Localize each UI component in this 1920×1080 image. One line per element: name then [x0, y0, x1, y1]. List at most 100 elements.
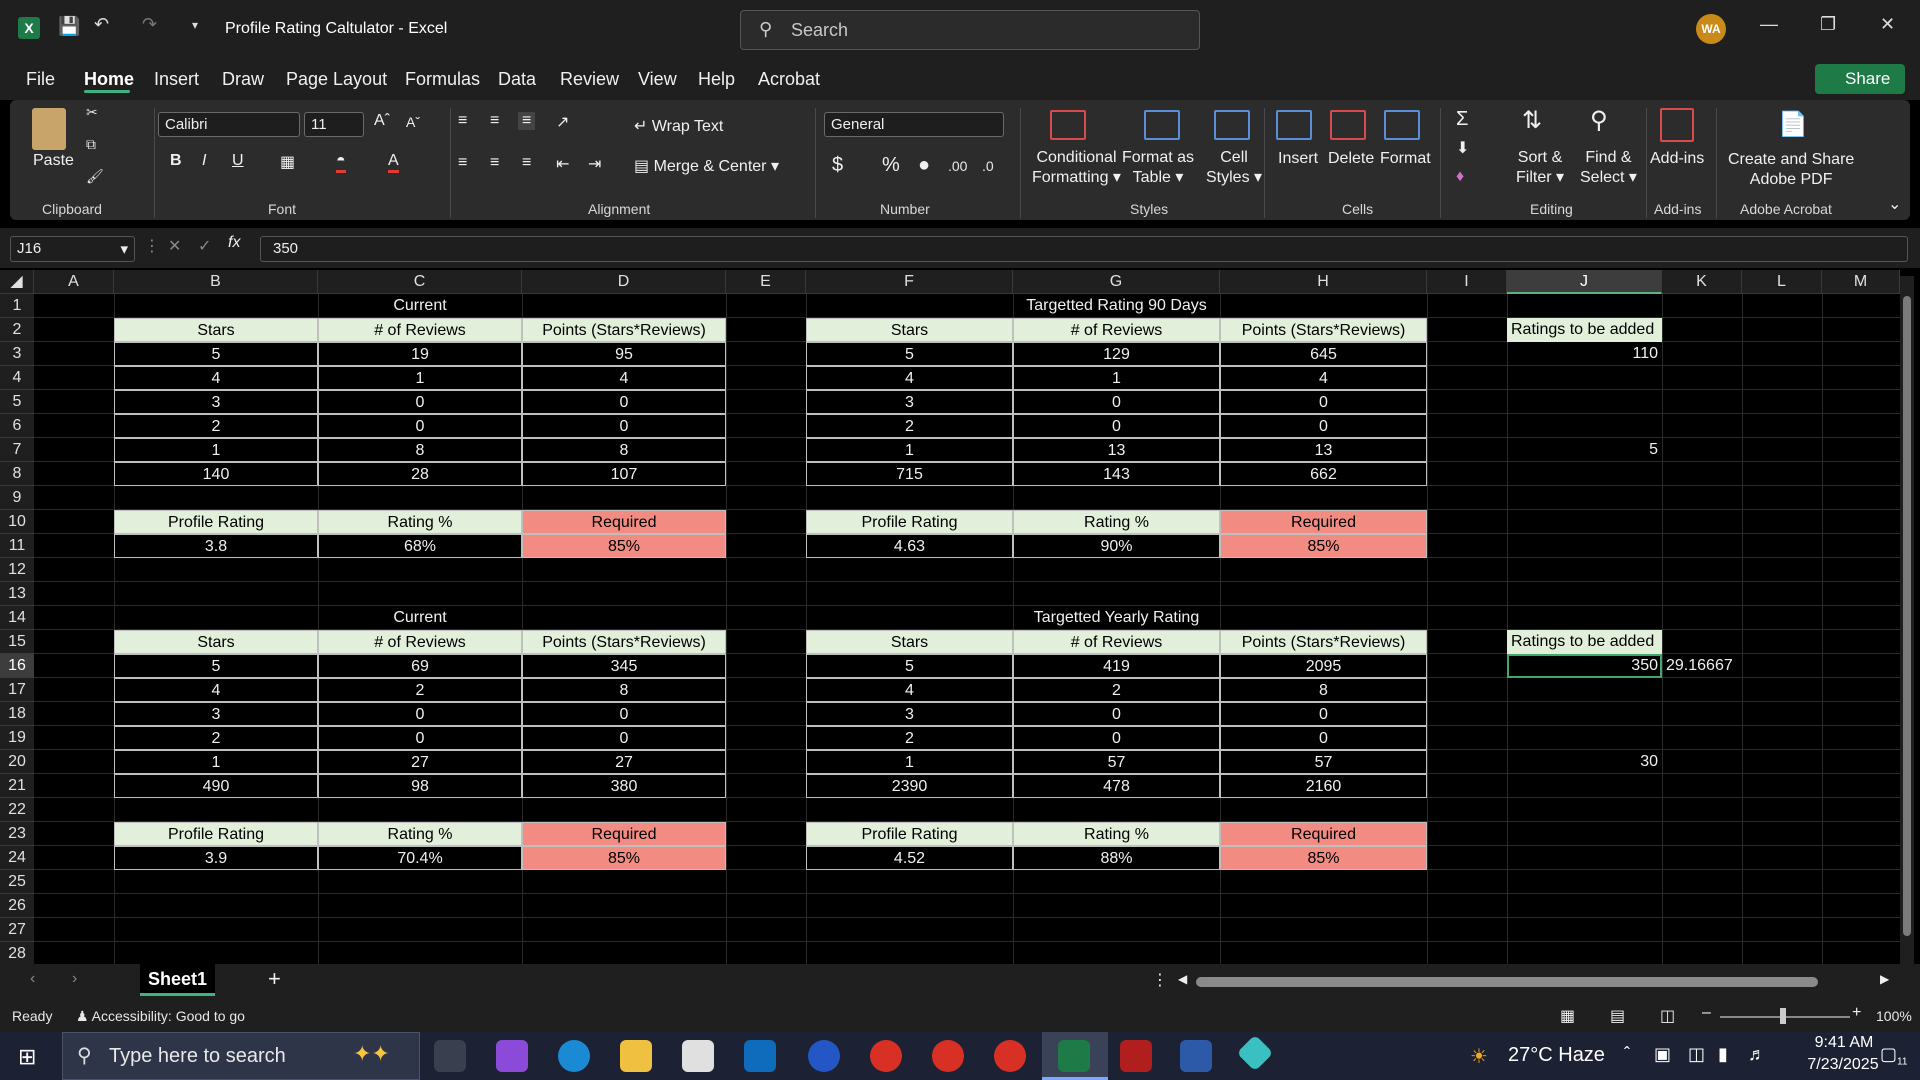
- row-header-24[interactable]: 24: [0, 846, 34, 870]
- file-explorer-icon[interactable]: [620, 1040, 652, 1072]
- table-cell-t2[interactable]: 662: [1220, 462, 1427, 486]
- weather-icon[interactable]: ☀: [1470, 1044, 1488, 1069]
- bold-button[interactable]: B: [170, 152, 182, 170]
- col-header-e[interactable]: E: [726, 270, 806, 294]
- row-header-11[interactable]: 11: [0, 534, 34, 558]
- table-header-t1-0[interactable]: Stars: [114, 318, 318, 342]
- menu-home[interactable]: Home: [84, 69, 134, 90]
- format-as-table-icon[interactable]: [1144, 110, 1180, 140]
- table-cell-t4[interactable]: 2: [806, 726, 1013, 750]
- table-header-t1-1[interactable]: # of Reviews: [318, 318, 522, 342]
- sheet-tab-sheet1[interactable]: Sheet1: [140, 964, 215, 996]
- table-cell-t2[interactable]: 13: [1220, 438, 1427, 462]
- row-header-2[interactable]: 2: [0, 318, 34, 342]
- table-header-t1-2[interactable]: Points (Stars*Reviews): [522, 318, 726, 342]
- summary-header-t3-2[interactable]: Required: [522, 822, 726, 846]
- table-header-t3-0[interactable]: Stars: [114, 630, 318, 654]
- table-cell-t2[interactable]: 1: [806, 438, 1013, 462]
- table-cell-t4[interactable]: 3: [806, 702, 1013, 726]
- summary-value-t2-1[interactable]: 90%: [1013, 534, 1220, 558]
- prev-sheet-icon[interactable]: ‹: [30, 970, 35, 988]
- table-cell-t4[interactable]: 8: [1220, 678, 1427, 702]
- task-view-icon[interactable]: [434, 1040, 466, 1072]
- windows-start-icon[interactable]: ⊞: [18, 1044, 36, 1070]
- table-header-t4-0[interactable]: Stars: [806, 630, 1013, 654]
- font-color-icon[interactable]: A: [388, 152, 399, 173]
- number-format-select[interactable]: General: [824, 112, 1004, 137]
- summary-value-t4-0[interactable]: 4.52: [806, 846, 1013, 870]
- table-cell-t2[interactable]: 0: [1220, 390, 1427, 414]
- copy-icon[interactable]: ⧉: [86, 136, 96, 153]
- row-header-19[interactable]: 19: [0, 726, 34, 750]
- summary-header-t4-0[interactable]: Profile Rating: [806, 822, 1013, 846]
- summary-header-t1-1[interactable]: Rating %: [318, 510, 522, 534]
- table-cell-t4[interactable]: 0: [1013, 702, 1220, 726]
- summary-header-t3-1[interactable]: Rating %: [318, 822, 522, 846]
- col-header-a[interactable]: A: [34, 270, 114, 294]
- orientation-icon[interactable]: ↗: [556, 112, 569, 132]
- table-header-t4-1[interactable]: # of Reviews: [1013, 630, 1220, 654]
- table-cell-t3[interactable]: 380: [522, 774, 726, 798]
- row-header-28[interactable]: 28: [0, 942, 34, 966]
- add-sheet-icon[interactable]: +: [268, 966, 281, 992]
- row-header-21[interactable]: 21: [0, 774, 34, 798]
- cell-k16[interactable]: 29.16667: [1662, 654, 1742, 678]
- table-cell-t4[interactable]: 2: [1013, 678, 1220, 702]
- table-cell-t2[interactable]: 13: [1013, 438, 1220, 462]
- summary-value-t1-2[interactable]: 85%: [522, 534, 726, 558]
- delete-cells-button[interactable]: Delete: [1328, 150, 1374, 168]
- avatar[interactable]: WA: [1696, 14, 1726, 44]
- menu-review[interactable]: Review: [560, 69, 619, 90]
- scroll-right-icon[interactable]: ▶: [1880, 972, 1889, 986]
- clear-icon[interactable]: ♦: [1456, 168, 1464, 186]
- confirm-entry-icon[interactable]: ✓: [198, 236, 211, 256]
- menu-help[interactable]: Help: [698, 69, 735, 90]
- table-cell-t4[interactable]: 478: [1013, 774, 1220, 798]
- col-header-m[interactable]: M: [1822, 270, 1900, 294]
- table-title-t4[interactable]: Targetted Yearly Rating: [806, 606, 1427, 630]
- close-icon[interactable]: ✕: [1880, 14, 1895, 35]
- edge-icon[interactable]: [558, 1040, 590, 1072]
- row-header-16[interactable]: 16: [0, 654, 34, 678]
- table-cell-t3[interactable]: 0: [522, 726, 726, 750]
- merge-center-button[interactable]: ▤ Merge & Center ▾: [634, 156, 779, 176]
- table-title-t1[interactable]: Current: [114, 294, 726, 318]
- insert-function-icon[interactable]: fx: [228, 234, 240, 252]
- table-cell-t4[interactable]: 2160: [1220, 774, 1427, 798]
- row-header-25[interactable]: 25: [0, 870, 34, 894]
- clock-time[interactable]: 9:41 AM: [1808, 1034, 1880, 1052]
- table-cell-t2[interactable]: 129: [1013, 342, 1220, 366]
- paste-button[interactable]: Paste: [33, 152, 74, 170]
- menu-file[interactable]: File: [26, 69, 55, 90]
- copilot-icon[interactable]: [496, 1040, 528, 1072]
- table-cell-t2[interactable]: 143: [1013, 462, 1220, 486]
- row-header-15[interactable]: 15: [0, 630, 34, 654]
- row-header-9[interactable]: 9: [0, 486, 34, 510]
- menu-draw[interactable]: Draw: [222, 69, 264, 90]
- summary-header-t1-2[interactable]: Required: [522, 510, 726, 534]
- volume-icon[interactable]: ♬: [1748, 1044, 1766, 1065]
- chrome-icon-1[interactable]: [870, 1040, 902, 1072]
- ratings-to-add-j3[interactable]: 110: [1507, 342, 1662, 366]
- menu-formulas[interactable]: Formulas: [405, 69, 480, 90]
- row-header-12[interactable]: 12: [0, 558, 34, 582]
- format-cells-icon[interactable]: [1384, 110, 1420, 140]
- row-header-6[interactable]: 6: [0, 414, 34, 438]
- collapse-ribbon-icon[interactable]: ⌄: [1888, 194, 1901, 214]
- table-cell-t3[interactable]: 0: [318, 702, 522, 726]
- table-cell-t3[interactable]: 69: [318, 654, 522, 678]
- table-cell-t2[interactable]: 645: [1220, 342, 1427, 366]
- col-header-d[interactable]: D: [522, 270, 726, 294]
- create-pdf-button[interactable]: Create and Share Adobe PDF: [1728, 150, 1854, 190]
- ratings-to-add-j7[interactable]: 5: [1507, 438, 1662, 462]
- cell-styles-button[interactable]: Cell Styles ▾: [1206, 148, 1262, 188]
- insert-cells-icon[interactable]: [1276, 110, 1312, 140]
- col-header-k[interactable]: K: [1662, 270, 1742, 294]
- decrease-decimal-icon[interactable]: .0: [982, 158, 994, 174]
- borders-icon[interactable]: ▦: [280, 152, 295, 172]
- underline-button[interactable]: U: [232, 152, 244, 170]
- summary-value-t3-2[interactable]: 85%: [522, 846, 726, 870]
- calculator-icon[interactable]: [1180, 1040, 1212, 1072]
- table-cell-t2[interactable]: 5: [806, 342, 1013, 366]
- summary-value-t2-0[interactable]: 4.63: [806, 534, 1013, 558]
